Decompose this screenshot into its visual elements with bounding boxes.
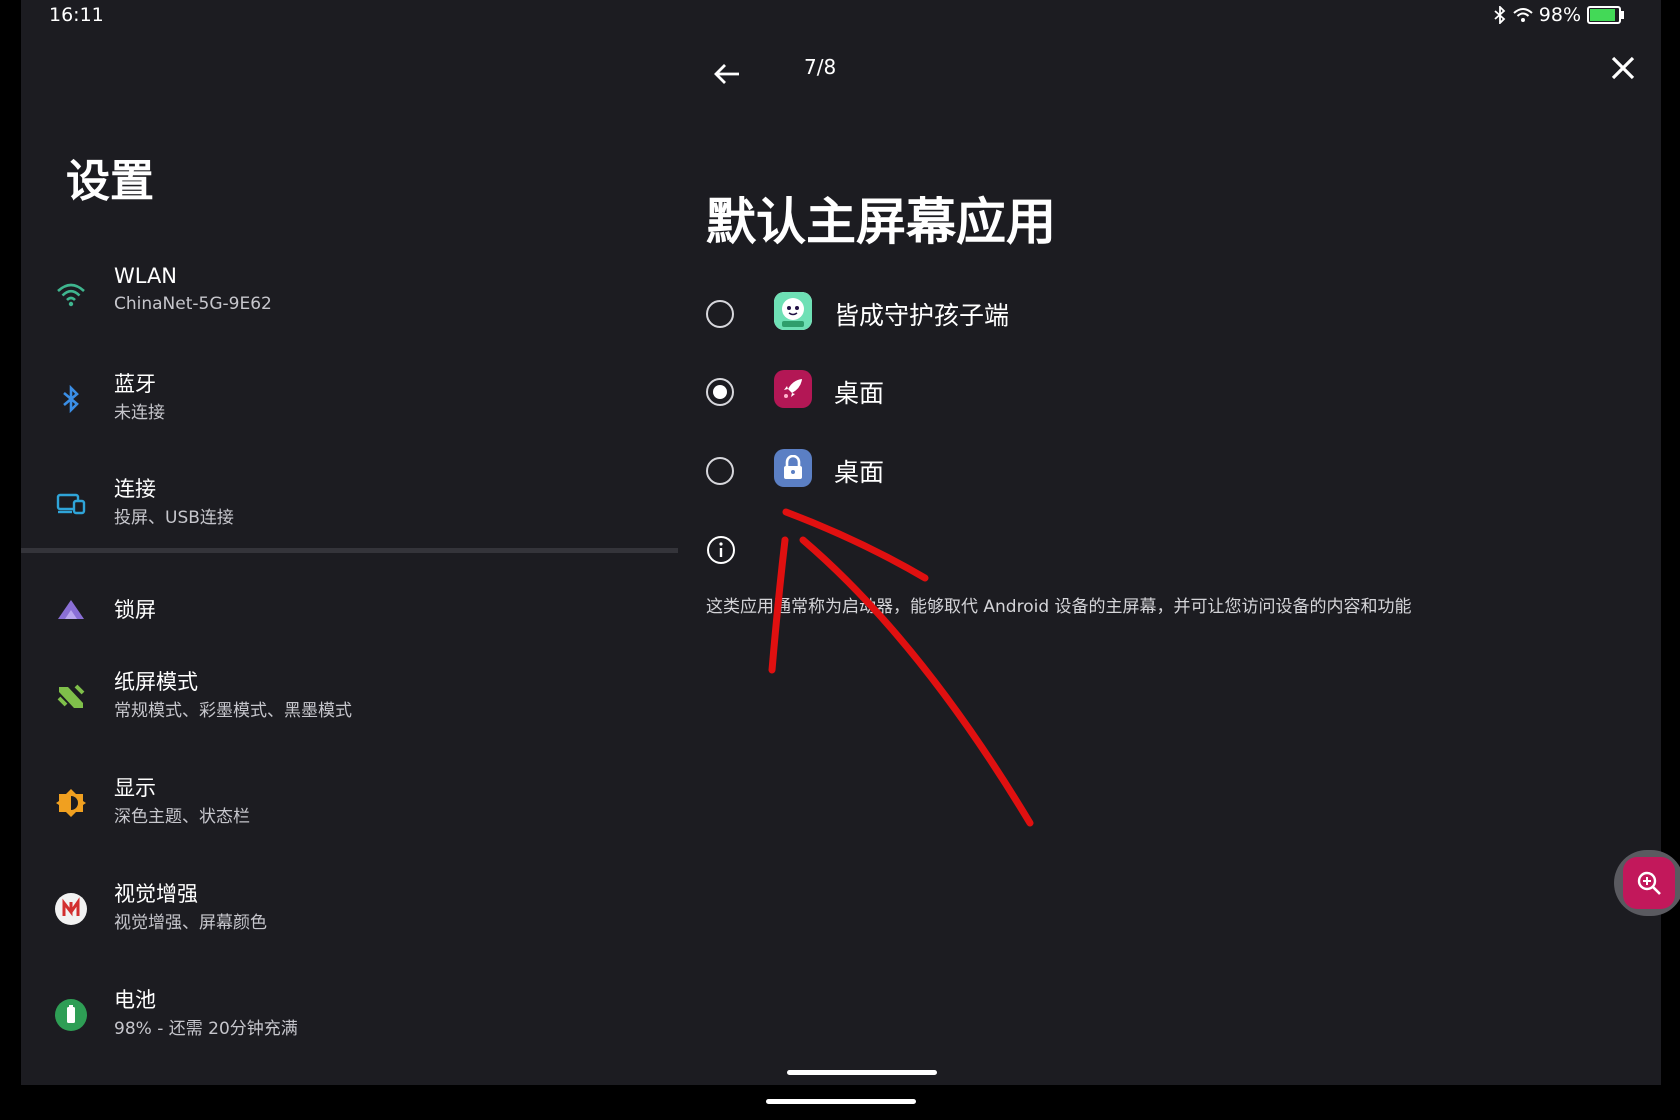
close-button[interactable] [1605,50,1641,86]
step-indicator: 7/8 [804,55,837,79]
sidebar-item-subtitle: 98% - 还需 20分钟充满 [114,1019,298,1039]
sidebar-item-battery[interactable]: 电池 98% - 还需 20分钟充满 [21,978,679,1058]
radio-button[interactable] [706,457,734,485]
sidebar-item-vision[interactable]: 视觉增强 视觉增强、屏幕颜色 [21,872,679,952]
option-label: 桌面 [834,458,885,487]
close-icon [1611,56,1635,80]
sidebar-item-connection[interactable]: 连接 投屏、USB连接 [21,467,679,547]
battery-icon [54,998,88,1032]
arrow-left-icon [714,64,739,84]
lock-screen-icon [54,592,88,626]
lock-launcher-icon [774,449,812,487]
sidebar-item-title: 连接 [114,477,156,501]
sidebar-item-subtitle: ChinaNet-5G-9E62 [114,294,272,314]
paper-mode-icon [54,680,88,714]
option-launcher-rocket[interactable]: 桌面 [706,364,1306,422]
zoom-in-icon [1623,857,1675,909]
option-launcher-lock[interactable]: 桌面 [706,443,1306,501]
rocket-launcher-icon [774,370,812,408]
system-navigation-bar[interactable] [766,1099,916,1104]
sidebar-item-title: 蓝牙 [114,372,156,396]
sidebar-item-display[interactable]: 显示 深色主题、状态栏 [21,766,679,846]
sidebar-item-subtitle: 未连接 [114,403,165,423]
option-label: 桌面 [834,379,885,408]
page-title: 默认主屏幕应用 [706,193,1056,251]
gesture-bar [787,1070,937,1075]
wifi-icon [54,278,88,312]
option-label: 皆成守护孩子端 [834,301,1010,330]
settings-sidebar: 设置 WLAN ChinaNet-5G-9E62 蓝牙 未连接 连接 投屏、US… [21,0,679,1085]
sidebar-item-title: 纸屏模式 [114,670,198,694]
vision-icon [54,892,88,926]
sidebar-item-title: WLAN [114,264,178,288]
sidebar-item-subtitle: 深色主题、状态栏 [114,807,250,827]
info-icon [707,536,735,564]
sidebar-item-bluetooth[interactable]: 蓝牙 未连接 [21,362,679,442]
radio-button[interactable] [706,300,734,328]
settings-title: 设置 [66,156,154,207]
sidebar-item-title: 显示 [114,776,156,800]
sidebar-item-title: 电池 [114,988,156,1012]
kids-guard-app-icon [774,292,812,330]
radio-button[interactable] [706,378,734,406]
sidebar-item-subtitle: 视觉增强、屏幕颜色 [114,913,267,933]
option-kids-guard[interactable]: 皆成守护孩子端 [706,286,1306,344]
sidebar-item-title: 视觉增强 [114,882,198,906]
setup-panel: 7/8 默认主屏幕应用 皆成守护孩子端 桌面 桌面 这类应用通常称为启动器，能够… [679,0,1661,1085]
sidebar-item-subtitle: 投屏、USB连接 [114,508,234,528]
sidebar-divider [21,548,678,553]
sidebar-item-wlan[interactable]: WLAN ChinaNet-5G-9E62 [21,258,679,338]
info-description: 这类应用通常称为启动器，能够取代 Android 设备的主屏幕，并可让您访问设备… [706,597,1412,617]
sidebar-item-paper-mode[interactable]: 纸屏模式 常规模式、彩墨模式、黑墨模式 [21,660,679,740]
back-button[interactable] [709,56,745,92]
devices-icon [54,487,88,521]
sidebar-item-title: 锁屏 [114,598,156,622]
brightness-icon [54,786,88,820]
sidebar-item-subtitle: 常规模式、彩墨模式、黑墨模式 [114,701,352,721]
bluetooth-icon [54,382,88,416]
screen: 16:11 98% 设置 WLAN ChinaNet-5G-9E62 蓝牙 未连… [21,0,1661,1085]
sidebar-item-lock-screen[interactable]: 锁屏 [21,572,679,652]
floating-zoom-button[interactable] [1614,850,1680,916]
